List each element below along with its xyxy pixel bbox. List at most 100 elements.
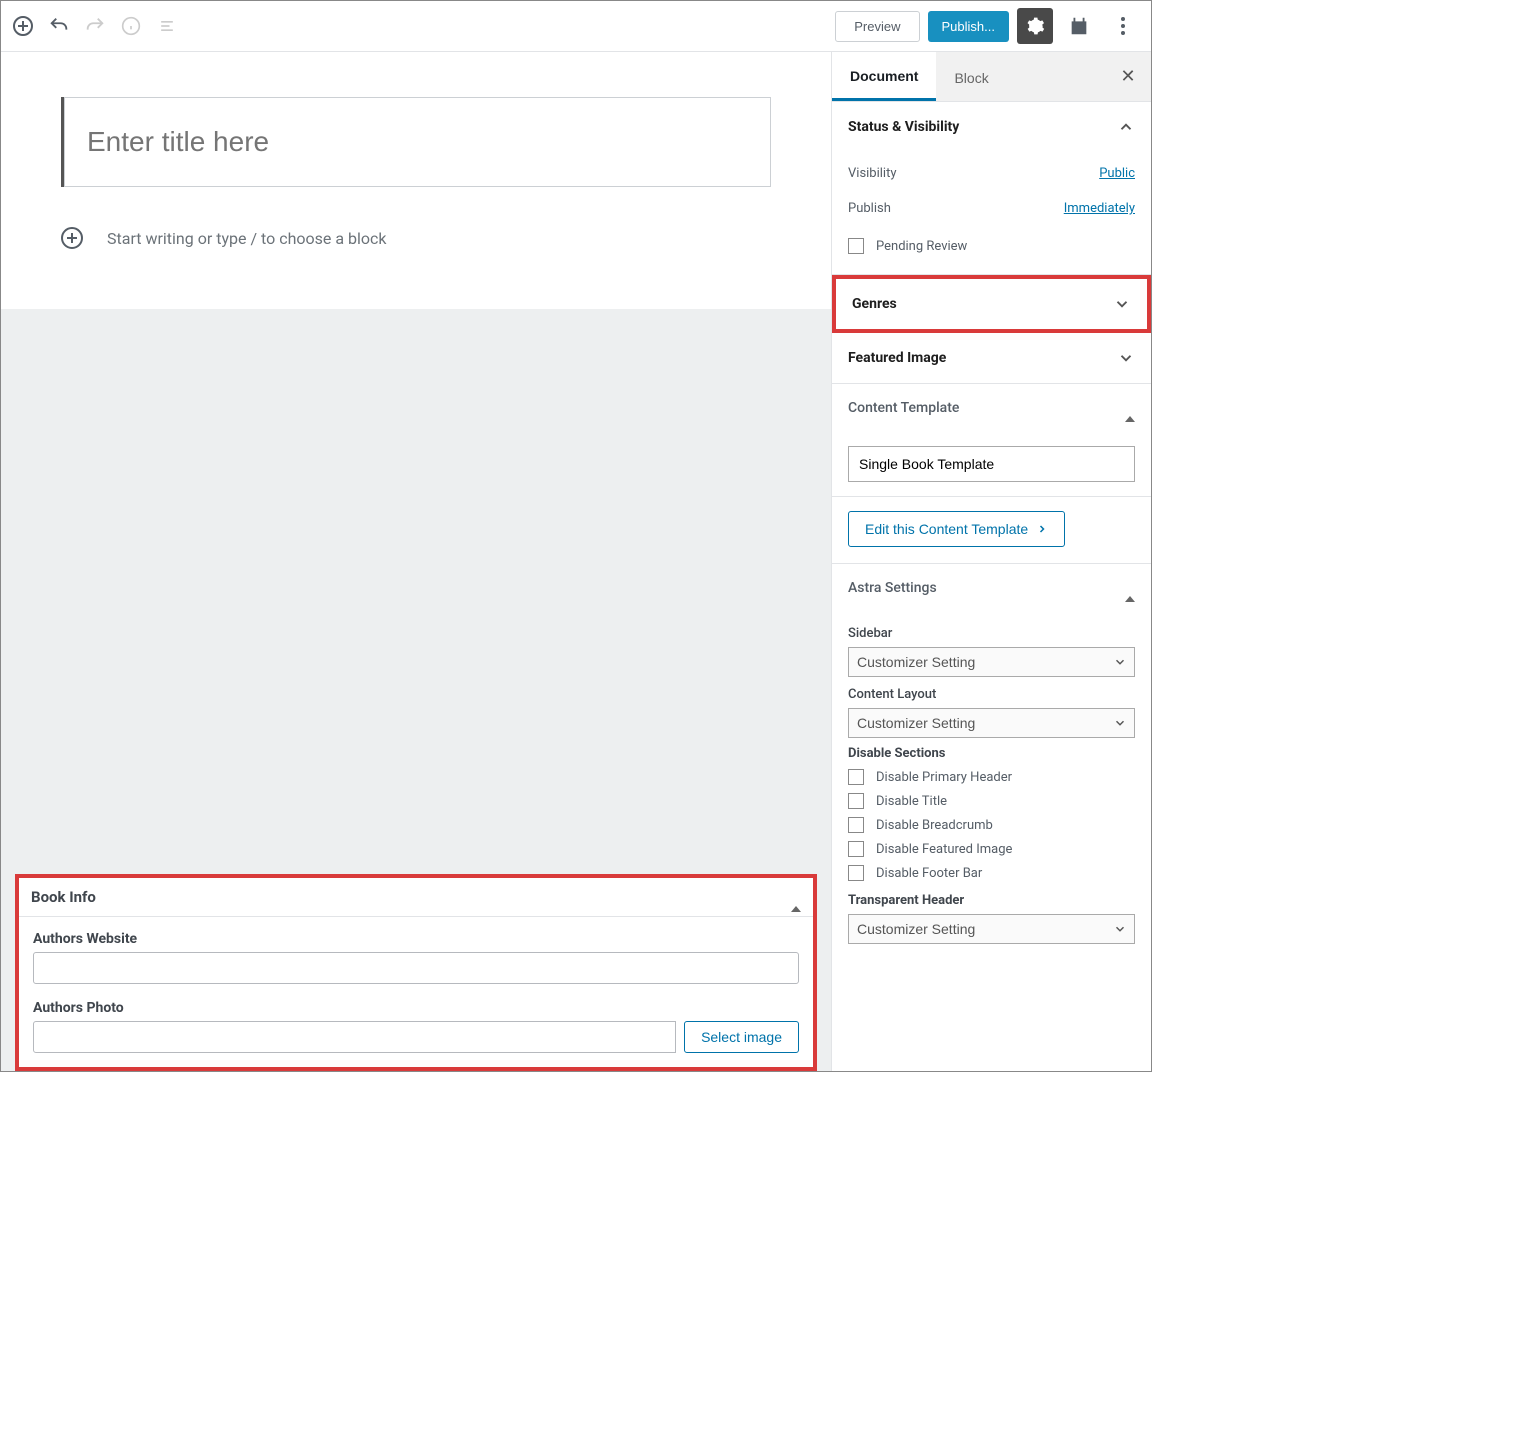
title-wrap (61, 97, 771, 187)
plugin-icon (1068, 15, 1090, 37)
panel-status-body: Visibility Public Publish Immediately Pe… (832, 152, 1151, 274)
main-layout: Start writing or type / to choose a bloc… (1, 52, 1151, 1071)
checkbox-icon (848, 865, 864, 881)
disable-row[interactable]: Disable Footer Bar (848, 861, 1135, 885)
checkbox-icon (848, 238, 864, 254)
editor-content: Start writing or type / to choose a bloc… (1, 97, 831, 279)
preview-button[interactable]: Preview (835, 11, 919, 42)
panel-genres-title: Genres (852, 296, 897, 312)
more-vertical-icon (1121, 17, 1125, 35)
undo-icon (48, 15, 70, 37)
disable-row[interactable]: Disable Breadcrumb (848, 813, 1135, 837)
publish-value-link[interactable]: Immediately (1064, 201, 1135, 216)
sidebar-tabs: Document Block ✕ (832, 52, 1151, 102)
plus-circle-icon (13, 16, 33, 36)
visibility-label: Visibility (848, 166, 897, 181)
select-image-button[interactable]: Select image (684, 1021, 799, 1053)
chevron-down-icon (1113, 295, 1131, 313)
plus-circle-icon (61, 227, 83, 249)
astra-sidebar-select[interactable]: Customizer Setting (848, 647, 1135, 677)
plugin-button[interactable] (1061, 8, 1097, 44)
redo-button[interactable] (77, 8, 113, 44)
panel-genres: Genres (832, 275, 1151, 333)
more-menu-button[interactable] (1105, 8, 1141, 44)
chevron-up-icon (1117, 118, 1135, 136)
disable-sections-label: Disable Sections (848, 746, 1135, 761)
panel-status-header[interactable]: Status & Visibility (832, 102, 1151, 152)
close-icon: ✕ (1120, 66, 1135, 86)
editor-area: Start writing or type / to choose a bloc… (1, 52, 831, 1071)
disable-row[interactable]: Disable Title (848, 789, 1135, 813)
post-title-input[interactable] (64, 97, 771, 187)
toolbar-right: Preview Publish... (835, 8, 1147, 44)
editor-canvas: Start writing or type / to choose a bloc… (1, 52, 831, 309)
panel-astra-body: Sidebar Customizer Setting Content Layou… (832, 612, 1151, 968)
authors-website-label: Authors Website (33, 931, 799, 947)
checkbox-icon (848, 841, 864, 857)
astra-content-layout-select[interactable]: Customizer Setting (848, 708, 1135, 738)
panel-ct-body: Edit this Content Template (832, 432, 1151, 563)
block-inserter[interactable]: Start writing or type / to choose a bloc… (61, 227, 771, 249)
collapse-icon (1125, 580, 1135, 596)
authors-photo-label: Authors Photo (33, 1000, 799, 1016)
pending-review-label: Pending Review (876, 239, 967, 254)
book-info-header[interactable]: Book Info (19, 878, 813, 917)
checkbox-icon (848, 817, 864, 833)
panel-ct-title: Content Template (848, 400, 959, 416)
settings-button[interactable] (1017, 8, 1053, 44)
astra-content-layout-label: Content Layout (848, 687, 1135, 702)
content-template-input[interactable] (848, 446, 1135, 482)
edit-content-template-button[interactable]: Edit this Content Template (848, 511, 1065, 547)
top-toolbar: Preview Publish... (1, 1, 1151, 52)
authors-photo-row: Select image (33, 1021, 799, 1053)
panel-featured-image: Featured Image (832, 333, 1151, 384)
collapse-icon (1125, 400, 1135, 416)
astra-content-layout-select-row: Customizer Setting (848, 708, 1135, 738)
block-nav-button[interactable] (149, 8, 185, 44)
publish-label: Publish (848, 201, 891, 216)
chevron-down-icon (1117, 349, 1135, 367)
panel-featured-header[interactable]: Featured Image (832, 333, 1151, 383)
info-icon (121, 16, 141, 36)
add-block-button[interactable] (5, 8, 41, 44)
panel-astra-settings: Astra Settings Sidebar Customizer Settin… (832, 564, 1151, 968)
visibility-row: Visibility Public (848, 156, 1135, 191)
panel-status-title: Status & Visibility (848, 119, 959, 135)
publish-button[interactable]: Publish... (928, 11, 1009, 42)
tab-block[interactable]: Block (936, 54, 1006, 100)
edit-ct-label: Edit this Content Template (865, 521, 1028, 537)
checkbox-icon (848, 793, 864, 809)
panel-status-visibility: Status & Visibility Visibility Public Pu… (832, 102, 1151, 275)
disable-option-label: Disable Featured Image (876, 842, 1012, 857)
astra-sidebar-select-row: Customizer Setting (848, 647, 1135, 677)
disable-row[interactable]: Disable Primary Header (848, 765, 1135, 789)
book-info-title: Book Info (31, 888, 96, 906)
undo-button[interactable] (41, 8, 77, 44)
disable-option-label: Disable Primary Header (876, 770, 1012, 785)
disable-option-label: Disable Footer Bar (876, 866, 982, 881)
sidebar-close-button[interactable]: ✕ (1113, 62, 1143, 92)
transparent-header-select-row: Customizer Setting (848, 914, 1135, 944)
book-info-body: Authors Website Authors Photo Select ima… (19, 917, 813, 1067)
panel-genres-header[interactable]: Genres (836, 279, 1147, 329)
pending-review-row[interactable]: Pending Review (848, 226, 1135, 258)
tab-document[interactable]: Document (832, 52, 936, 101)
chevron-right-icon (1036, 523, 1048, 535)
transparent-header-label: Transparent Header (848, 893, 1135, 908)
collapse-icon (791, 888, 801, 906)
panel-ct-header[interactable]: Content Template (832, 384, 1151, 432)
toolbar-left (5, 8, 185, 44)
content-info-button[interactable] (113, 8, 149, 44)
transparent-header-select[interactable]: Customizer Setting (848, 914, 1135, 944)
publish-row: Publish Immediately (848, 191, 1135, 226)
sidebar: Document Block ✕ Status & Visibility Vis… (831, 52, 1151, 1071)
disable-option-label: Disable Title (876, 794, 947, 809)
authors-website-input[interactable] (33, 952, 799, 984)
checkbox-icon (848, 769, 864, 785)
divider (832, 496, 1151, 497)
visibility-value-link[interactable]: Public (1099, 166, 1135, 181)
panel-astra-header[interactable]: Astra Settings (832, 564, 1151, 612)
disable-row[interactable]: Disable Featured Image (848, 837, 1135, 861)
block-placeholder-text: Start writing or type / to choose a bloc… (107, 229, 387, 248)
authors-photo-input[interactable] (33, 1021, 676, 1053)
